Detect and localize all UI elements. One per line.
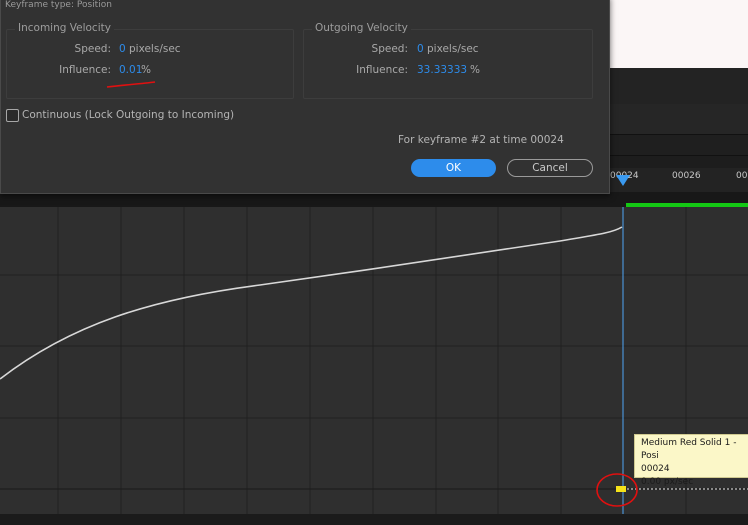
keyframe-velocity-dialog: Keyframe type: Position Incoming Velocit… bbox=[0, 0, 610, 194]
graph-editor-toolbar bbox=[0, 514, 748, 525]
keyframe-info-text: For keyframe #2 at time 00024 bbox=[398, 134, 564, 146]
continuous-checkbox[interactable] bbox=[6, 109, 19, 122]
incoming-speed-field[interactable]: 0 bbox=[119, 43, 126, 55]
panel-toolbar bbox=[608, 104, 748, 134]
tooltip-layer: Medium Red Solid 1 - Posi bbox=[641, 438, 737, 461]
annotation-underline bbox=[106, 81, 156, 88]
outgoing-influence-label: Influence: bbox=[356, 64, 408, 76]
outgoing-speed-label: Speed: bbox=[371, 43, 408, 55]
incoming-influence-label: Influence: bbox=[59, 64, 111, 76]
outgoing-influence-unit: % bbox=[470, 64, 480, 76]
incoming-speed-label: Speed: bbox=[74, 43, 111, 55]
keyframe-handle[interactable] bbox=[616, 486, 626, 492]
ruler-label-00028: 00 bbox=[736, 171, 748, 181]
panel-header bbox=[608, 68, 748, 105]
incoming-velocity-legend: Incoming Velocity bbox=[15, 22, 114, 34]
dialog-title: Keyframe type: Position bbox=[5, 0, 112, 10]
current-time-indicator-icon[interactable] bbox=[615, 174, 631, 188]
ok-button[interactable]: OK bbox=[411, 159, 496, 177]
outgoing-influence-field[interactable]: 33.33333 bbox=[417, 64, 467, 76]
outgoing-velocity-legend: Outgoing Velocity bbox=[312, 22, 411, 34]
outgoing-speed-unit: pixels/sec bbox=[427, 43, 479, 55]
outgoing-speed-field[interactable]: 0 bbox=[417, 43, 424, 55]
value-tooltip: Medium Red Solid 1 - Posi 00024 0.00 px/… bbox=[634, 434, 748, 487]
tooltip-time: 00024 bbox=[641, 464, 670, 474]
incoming-influence-unit: % bbox=[141, 64, 151, 76]
graph-curve[interactable] bbox=[0, 226, 623, 380]
ruler-label-00026: 00026 bbox=[672, 171, 701, 181]
incoming-influence-field[interactable]: 0.01 bbox=[119, 64, 142, 76]
tooltip-velocity: 0.00 px/sec bbox=[641, 477, 694, 487]
timeline-toolbar bbox=[608, 134, 748, 156]
continuous-checkbox-label[interactable]: Continuous (Lock Outgoing to Incoming) bbox=[22, 109, 234, 121]
incoming-speed-unit: pixels/sec bbox=[129, 43, 181, 55]
cancel-button[interactable]: Cancel bbox=[507, 159, 593, 177]
outgoing-velocity-group: Outgoing Velocity Speed: 0 pixels/sec In… bbox=[303, 22, 593, 99]
composition-viewer bbox=[608, 0, 748, 68]
